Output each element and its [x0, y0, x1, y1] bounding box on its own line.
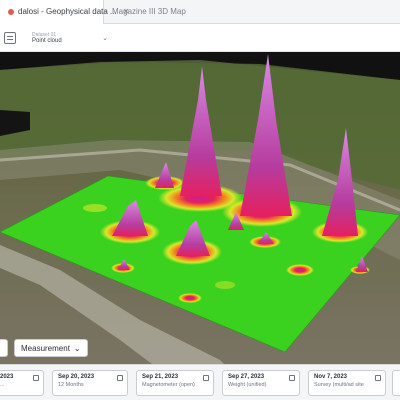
timeline-card[interactable]: [392, 370, 400, 396]
anomaly-glow: [83, 204, 107, 212]
timeline-name: Magnetometer (open): [142, 382, 195, 388]
side-panel-toggle[interactable]: [0, 339, 8, 357]
anomaly-glow: [286, 264, 314, 276]
dataset-select[interactable]: Dataset 01 Point cloud ⌄: [26, 27, 112, 49]
anomaly-glow: [178, 293, 202, 303]
timeline: 2023 ... Sep 20, 2023 12 Months Sep 21, …: [0, 364, 400, 400]
tab-label: dalosi - Geophysical data ...: [18, 7, 117, 16]
calendar-icon: [33, 375, 39, 381]
calendar-icon: [375, 375, 381, 381]
calendar-icon: [289, 375, 295, 381]
tab-3d-map[interactable]: Magazine III 3D Map: [104, 0, 194, 24]
timeline-card[interactable]: Sep 20, 2023 12 Months: [52, 370, 128, 396]
timeline-date: Nov 7, 2023: [314, 374, 348, 380]
tab-bar: dalosi - Geophysical data ... ✕ Magazine…: [0, 0, 400, 24]
chevron-down-icon: ⌄: [73, 343, 81, 353]
timeline-name: 12 Months: [58, 382, 84, 388]
measurement-button[interactable]: Measurement ⌄: [14, 339, 88, 357]
timeline-name: Survey (multi/ad site: [314, 382, 364, 388]
dataset-value: Point cloud: [32, 37, 62, 44]
measurement-label: Measurement: [21, 343, 70, 353]
toolbar: Dataset 01 Point cloud ⌄: [0, 24, 400, 52]
tab-geophysical-data[interactable]: dalosi - Geophysical data ... ✕: [0, 0, 129, 24]
layers-icon[interactable]: [4, 31, 16, 44]
timeline-date: Sep 27, 2023: [228, 374, 265, 380]
timeline-card[interactable]: Sep 27, 2023 Weight (unified): [222, 370, 300, 396]
timeline-card[interactable]: Sep 21, 2023 Magnetometer (open): [136, 370, 214, 396]
timeline-card[interactable]: Nov 7, 2023 Survey (multi/ad site: [308, 370, 386, 396]
timeline-name: Weight (unified): [228, 382, 267, 388]
calendar-icon: [203, 375, 209, 381]
chevron-down-icon: ⌄: [102, 34, 108, 42]
calendar-icon: [117, 375, 123, 381]
timeline-card[interactable]: 2023 ...: [0, 370, 44, 396]
timeline-name: ...: [0, 382, 5, 388]
tab-label: Magazine III 3D Map: [112, 7, 186, 16]
app-logo-icon: [8, 8, 14, 15]
timeline-date: Sep 21, 2023: [142, 374, 179, 380]
timeline-date: Sep 20, 2023: [58, 374, 95, 380]
anomaly-glow: [215, 281, 235, 289]
